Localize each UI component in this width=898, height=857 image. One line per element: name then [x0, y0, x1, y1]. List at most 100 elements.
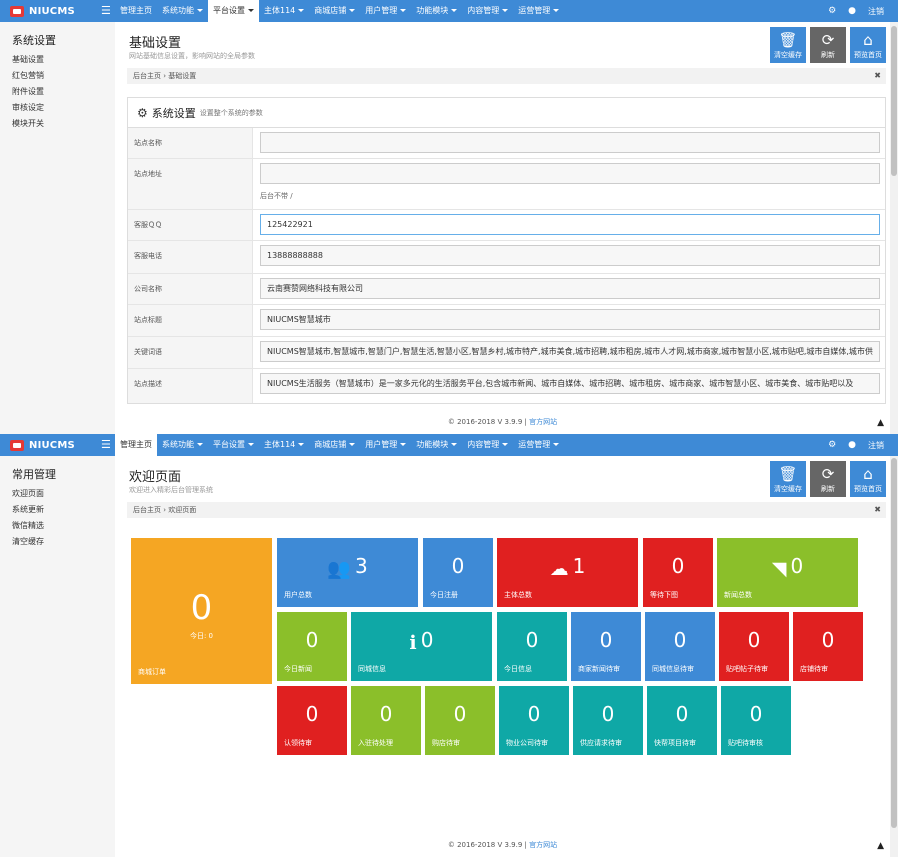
logout-link[interactable]: 注销: [868, 440, 884, 451]
scrollbar-thumb[interactable]: [891, 26, 897, 176]
nav-item-modules[interactable]: 功能模块: [411, 434, 462, 456]
tile-total-users[interactable]: 👥 3 用户总数: [277, 538, 418, 607]
menu-toggle-icon[interactable]: ☰: [101, 4, 111, 18]
nav-item-users[interactable]: 用户管理: [360, 0, 411, 22]
clear-cache-button[interactable]: 🗑 清空缓存: [770, 461, 806, 497]
nav-item-operation[interactable]: 运营管理: [513, 434, 564, 456]
tile-claims-pending[interactable]: 0 认领待审: [277, 686, 347, 755]
tile-forum-pending[interactable]: 0 贴吧待审核: [721, 686, 791, 755]
nav-item-shop[interactable]: 商城店铺: [309, 0, 360, 22]
nav-item-modules[interactable]: 功能模块: [411, 0, 462, 22]
close-icon[interactable]: ✖: [874, 68, 881, 84]
sidebar-item-wechat[interactable]: 微信精选: [12, 518, 44, 534]
nav-item-entity[interactable]: 主体114: [259, 0, 309, 22]
tile-property-pending[interactable]: 0 物业公司待审: [499, 686, 569, 755]
home-icon: ⌂: [863, 31, 873, 49]
tile-value: 0: [601, 702, 615, 726]
sidebar-item-update[interactable]: 系统更新: [12, 502, 44, 518]
preview-home-button[interactable]: ⌂ 预览首页: [850, 461, 886, 497]
tile-total-news[interactable]: ◥ 0 新闻总数: [717, 538, 858, 607]
scrollbar[interactable]: [890, 456, 898, 857]
nav-item-users[interactable]: 用户管理: [360, 434, 411, 456]
nav-item-content[interactable]: 内容管理: [462, 0, 513, 22]
tile-supply-pending[interactable]: 0 供应请求待审: [573, 686, 643, 755]
tile-pending-download[interactable]: 0 等待下图: [643, 538, 713, 607]
nav-item-operation[interactable]: 运营管理: [513, 0, 564, 22]
nav-item-content[interactable]: 内容管理: [462, 434, 513, 456]
sidebar-item-redpacket[interactable]: 红包营销: [12, 68, 44, 84]
phone-input[interactable]: 13888888888: [260, 245, 880, 266]
gear-icon[interactable]: ⚙: [828, 6, 836, 16]
keywords-input[interactable]: NIUCMS智慧城市,智慧城市,智慧门户,智慧生活,智慧小区,智慧乡村,城市特产…: [260, 341, 880, 362]
logo[interactable]: NIUCMS: [10, 438, 75, 452]
page-title: 基础设置: [129, 36, 182, 51]
theme-drop-icon[interactable]: ●: [848, 6, 856, 16]
description-input[interactable]: NIUCMS生活服务（智慧城市）是一家多元化的生活服务平台,包含城市新闻、城市自…: [260, 373, 880, 394]
chevron-down-icon: [502, 9, 509, 12]
tile-shop-purchase-pending[interactable]: 0 购店待审: [425, 686, 495, 755]
tile-today: 今日: 0: [189, 632, 214, 640]
nav-item-shop[interactable]: 商城店铺: [309, 434, 360, 456]
tile-forum-posts-pending[interactable]: 0 贴吧帖子待审: [719, 612, 789, 681]
form-row-qq: 客服ＱＱ 125422921: [128, 210, 885, 241]
sidebar-item-clear-cache[interactable]: 清空缓存: [12, 534, 44, 550]
footer: © 2016-2018 V 3.9.9 | 官方网站: [115, 410, 890, 434]
site-url-input[interactable]: [260, 163, 880, 184]
tile-shop-orders[interactable]: 0 今日: 0 商城订单: [131, 538, 272, 684]
nav-item-system[interactable]: 系统功能: [157, 0, 208, 22]
site-title-input[interactable]: NIUCMS智慧城市: [260, 309, 880, 330]
theme-drop-icon[interactable]: ●: [848, 440, 856, 450]
logo-icon: [10, 5, 24, 17]
gear-icon[interactable]: ⚙: [828, 440, 836, 450]
refresh-button[interactable]: ⟳ 刷新: [810, 27, 846, 63]
welcome-window: NIUCMS ☰ 管理主页 系统功能 平台设置 主体114 商城店铺 用户管理 …: [0, 434, 898, 857]
tile-today-news[interactable]: 0 今日新闻: [277, 612, 347, 681]
nav-item-platform[interactable]: 平台设置: [208, 434, 259, 456]
breadcrumb-text[interactable]: 后台主页 › 基础设置: [133, 72, 196, 80]
tile-value: 0: [305, 702, 319, 726]
site-name-input[interactable]: [260, 132, 880, 153]
sidebar-item-review[interactable]: 审核设定: [12, 100, 44, 116]
logout-link[interactable]: 注销: [868, 6, 884, 17]
logo[interactable]: NIUCMS: [10, 4, 75, 18]
breadcrumb-text[interactable]: 后台主页 › 欢迎页面: [133, 506, 196, 514]
nav-item-entity[interactable]: 主体114: [259, 434, 309, 456]
official-site-link[interactable]: 官方网站: [529, 418, 557, 426]
scrollbar-thumb[interactable]: [891, 458, 897, 828]
sidebar-list: 欢迎页面 系统更新 微信精选 清空缓存: [12, 486, 44, 550]
navbar-tools: ⚙ ● 注销: [828, 0, 884, 22]
close-icon[interactable]: ✖: [874, 502, 881, 518]
qq-input[interactable]: 125422921: [260, 214, 880, 235]
official-site-link[interactable]: 官方网站: [529, 841, 557, 849]
tile-quickhelp-pending[interactable]: 0 快帮项目待审: [647, 686, 717, 755]
sidebar-item-welcome[interactable]: 欢迎页面: [12, 486, 44, 502]
arrow-up-icon[interactable]: ▲: [877, 418, 884, 428]
nav-item-home[interactable]: 管理主页: [115, 0, 157, 22]
app-name: NIUCMS: [29, 5, 75, 17]
chevron-down-icon: [553, 443, 560, 446]
sidebar-item-attachment[interactable]: 附件设置: [12, 84, 44, 100]
tile-today-info[interactable]: 0 今日信息: [497, 612, 567, 681]
preview-home-button[interactable]: ⌂ 预览首页: [850, 27, 886, 63]
nav-item-platform[interactable]: 平台设置: [208, 0, 259, 22]
arrow-up-icon[interactable]: ▲: [877, 841, 884, 851]
tile-label: 主体总数: [504, 591, 532, 599]
company-input[interactable]: 云南赛赞网络科技有限公司: [260, 278, 880, 299]
menu-toggle-icon[interactable]: ☰: [101, 438, 111, 452]
scrollbar[interactable]: [890, 22, 898, 434]
tile-local-info-pending[interactable]: 0 同城信息待审: [645, 612, 715, 681]
tile-today-registrations[interactable]: 0 今日注册: [423, 538, 493, 607]
sidebar-item-basic[interactable]: 基础设置: [12, 52, 44, 68]
nav-item-home[interactable]: 管理主页: [115, 434, 157, 456]
refresh-button[interactable]: ⟳ 刷新: [810, 461, 846, 497]
copyright-text: © 2016-2018 V 3.9.9 |: [447, 841, 527, 849]
tile-local-info[interactable]: ℹ0 同城信息: [351, 612, 492, 681]
tile-settle-pending[interactable]: 0 入驻待处理: [351, 686, 421, 755]
tile-total-entities[interactable]: ☁ 1 主体总数: [497, 538, 638, 607]
main-content: 基础设置 网站基础信息设置，影响网站的全局参数 🗑 清空缓存 ⟳ 刷新 ⌂ 预览首页 …: [115, 22, 890, 434]
tile-merchant-news-pending[interactable]: 0 商家新闻待审: [571, 612, 641, 681]
clear-cache-button[interactable]: 🗑 清空缓存: [770, 27, 806, 63]
sidebar-item-modules[interactable]: 模块开关: [12, 116, 44, 132]
tile-shops-pending[interactable]: 0 店铺待审: [793, 612, 863, 681]
nav-item-system[interactable]: 系统功能: [157, 434, 208, 456]
